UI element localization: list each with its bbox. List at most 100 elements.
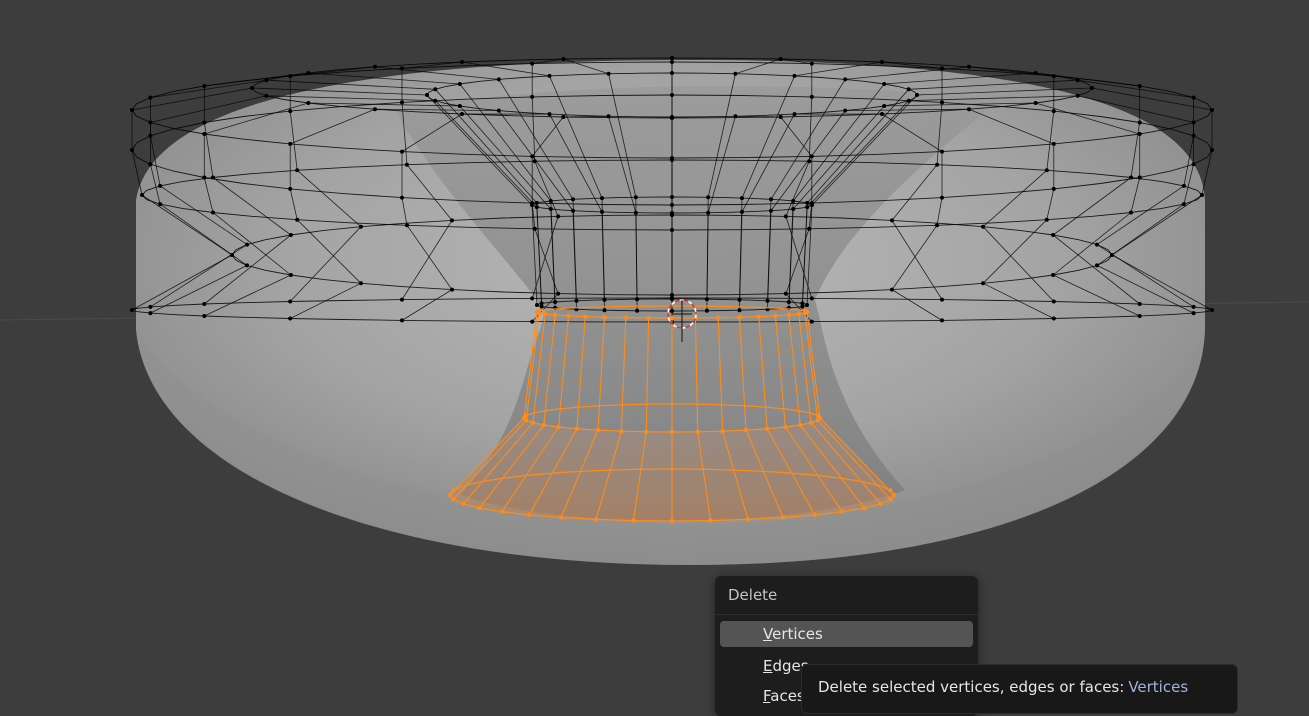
vertex [497,109,501,113]
vertex [1129,211,1133,215]
selected-vertex [765,427,769,431]
selected-vertex [596,428,600,432]
vertex [1192,96,1196,100]
vertex [935,163,939,167]
vertex [400,318,404,322]
vertex [571,197,575,201]
vertex [1192,134,1196,138]
vertex [202,314,206,318]
selected-vertex [583,314,587,318]
vertex [940,318,944,322]
vertex [1045,168,1049,172]
menu-item-label: ertices [772,625,823,643]
vertex [556,292,560,296]
vertex [549,207,553,211]
selected-vertex [619,429,623,433]
selected-vertex [888,497,892,501]
vertex [211,176,215,180]
vertex [805,201,809,205]
selected-vertex [888,488,892,492]
vertex [530,203,534,207]
selected-vertex [878,502,882,506]
vertex [1052,187,1056,191]
vertex [211,211,215,215]
selected-vertex [566,314,570,318]
selected-vertex [670,519,674,523]
selected-vertex [602,315,606,319]
selected-vertex [556,425,560,429]
vertex [800,301,804,305]
vertex [497,77,501,81]
vertex [148,134,152,138]
vertex [890,218,894,222]
selected-vertex [744,428,748,432]
selected-vertex [524,413,528,417]
vertex [1138,121,1142,125]
vertex [1076,94,1080,98]
selected-vertex [737,315,741,319]
vertex [288,74,292,78]
selected-vertex [451,488,455,492]
vertex [1192,305,1196,309]
vertex [967,107,971,111]
vertex [882,104,886,108]
vertex [1090,86,1094,90]
vertex [1051,233,1055,237]
vertex [670,56,674,60]
vertex [670,213,674,217]
vertex [779,115,783,119]
vertex [1034,101,1038,105]
vertex [1052,109,1056,113]
vertex [740,210,744,214]
vertex [705,309,709,313]
selected-vertex [500,510,504,514]
vertex [670,195,674,199]
vertex [940,196,944,200]
vertex [1095,263,1099,267]
vertex [549,199,553,203]
vertex [740,196,744,200]
vertex [400,298,404,302]
mesh-edge [1202,150,1212,195]
vertex [1210,308,1214,312]
vertex [738,298,742,302]
vertex [530,320,534,324]
vertex [289,273,293,277]
selected-vertex [783,425,787,429]
selected-vertex [448,493,452,497]
menu-item-vertices[interactable]: Vertices [720,621,973,647]
3d-viewport[interactable] [0,0,1309,699]
vertex [805,205,809,209]
selected-vertex [670,430,674,434]
vertex [148,311,152,315]
menu-title: Delete [715,576,978,615]
vertex [810,296,814,300]
vertex [1182,184,1186,188]
vertex [530,154,534,158]
vertex [1192,120,1196,124]
vertex [1192,162,1196,166]
selected-vertex [527,513,531,517]
vertex [535,205,539,209]
vertex [561,57,565,61]
vertex [907,87,911,91]
selected-vertex [559,515,563,519]
vertex [810,154,814,158]
selected-vertex [840,510,844,514]
vertex [148,120,152,124]
vertex [202,121,206,125]
selected-vertex [757,314,761,318]
selected-vertex [631,518,635,522]
vertex [940,150,944,154]
vertex [400,196,404,200]
vertex [733,72,737,76]
vertex [915,93,919,97]
vertex [766,299,770,303]
vertex [288,142,292,146]
vertex [288,187,292,191]
vertex [202,176,206,180]
vertex [882,82,886,86]
vertex [600,210,604,214]
vertex [670,228,674,232]
vertex [1051,273,1055,277]
